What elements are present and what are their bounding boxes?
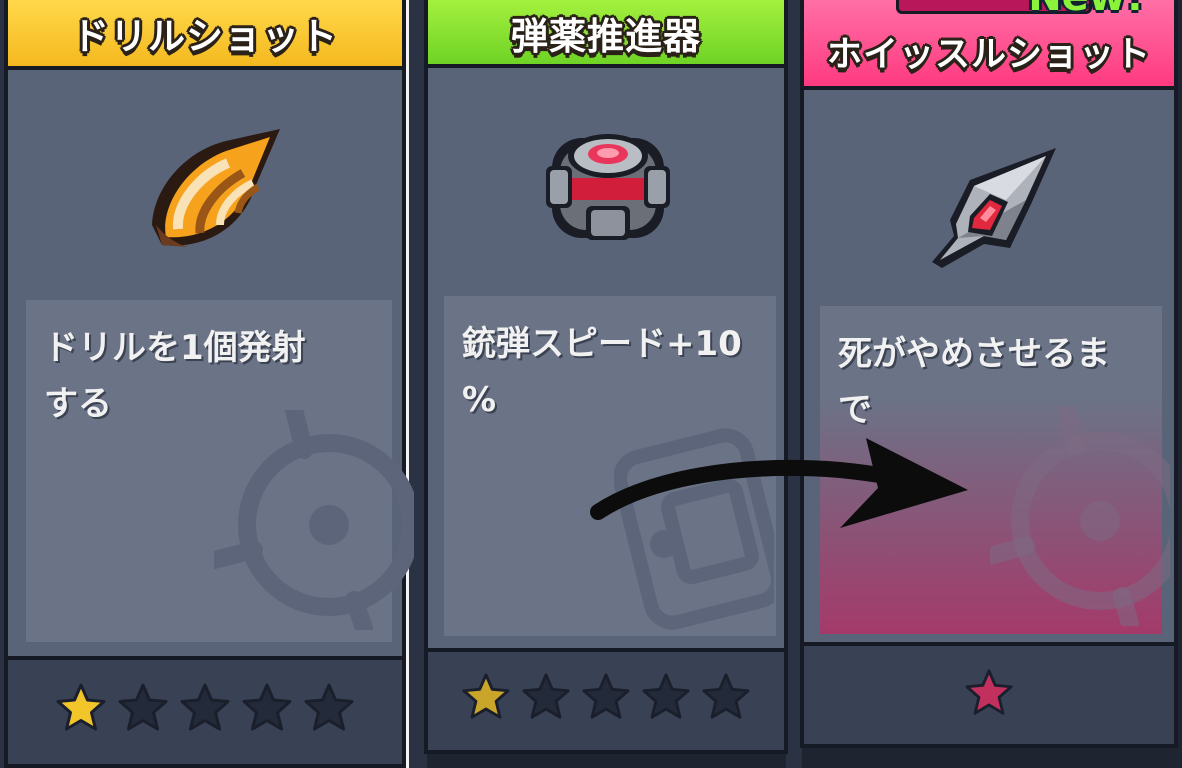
card-title: ドリルショット [72, 15, 338, 58]
star-filled-icon [461, 672, 511, 722]
card-title: 弾薬推進器 [511, 15, 701, 58]
star-empty-icon [581, 672, 631, 722]
crosshair-watermark-icon [990, 406, 1170, 626]
star-empty-icon [303, 682, 355, 734]
crosshair-watermark-icon [214, 410, 414, 630]
skill-card-ammo-thruster[interactable]: 弾薬推進器 銃弾スピード+10 % [424, 0, 788, 754]
skill-card-whistle-shot[interactable]: New! ホイッスルショット 死がやめさせるま で [800, 0, 1178, 748]
description-box: ドリルを1個発射 する [26, 300, 414, 642]
description-line-1: 死がやめさせるま [838, 334, 1110, 374]
card-body: 銃弾スピード+10 % [428, 68, 784, 652]
card-header: 弾薬推進器 [428, 0, 784, 68]
card-body: ドリルを1個発射 する [8, 70, 414, 660]
ammo-thruster-icon [538, 116, 678, 260]
card-footer [8, 656, 402, 764]
card-header: New! ホイッスルショット [804, 0, 1174, 90]
card-body: 死がやめさせるま で [804, 90, 1174, 646]
drill-icon [148, 125, 288, 259]
star-empty-icon [701, 672, 751, 722]
description-line-2: % [462, 380, 497, 420]
card-footer [428, 648, 784, 750]
star-empty-icon [521, 672, 571, 722]
star-filled-icon [55, 682, 107, 734]
card-header: ドリルショット [8, 0, 402, 70]
star-rating [8, 682, 402, 734]
star-empty-icon [117, 682, 169, 734]
star-empty-icon [241, 682, 293, 734]
item-box-watermark-icon [614, 428, 774, 630]
new-badge: New! [1028, 0, 1144, 20]
star-empty-icon [179, 682, 231, 734]
description-line-1: 銃弾スピード+10 [462, 324, 742, 364]
description-line-1: ドリルを1個発射 [44, 328, 306, 368]
whistle-shot-icon [924, 140, 1064, 274]
description-box: 銃弾スピード+10 % [444, 296, 776, 636]
skill-card-drill-shot[interactable]: ドリルショット ドリルを1個発射 する [4, 0, 414, 768]
description-box: 死がやめさせるま で [820, 306, 1170, 634]
star-empty-icon [641, 672, 691, 722]
star-rating [804, 668, 1174, 718]
star-rating [428, 672, 784, 722]
description-text: 銃弾スピード+10 % [462, 316, 764, 428]
card-title: ホイッスルショット [826, 35, 1151, 75]
card-footer [804, 642, 1174, 744]
star-filled-icon [964, 668, 1014, 718]
